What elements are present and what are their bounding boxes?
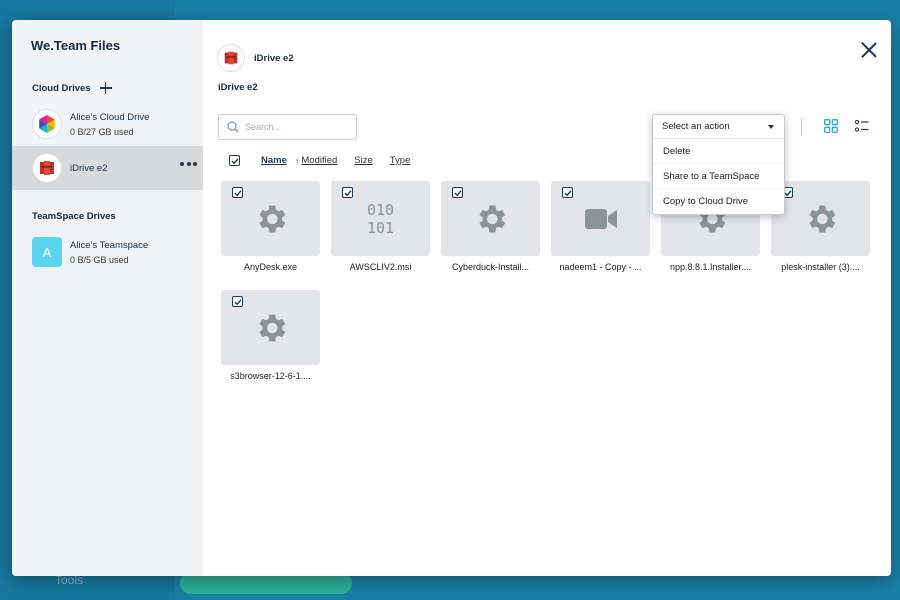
- teamspace-name: Alice's Teamspace: [70, 239, 149, 251]
- file-checkbox[interactable]: [342, 187, 353, 198]
- idrive-e2-logo: [217, 44, 245, 72]
- file-thumbnail: [221, 290, 320, 365]
- list-view-icon[interactable]: [855, 119, 869, 133]
- sidebar: We.Team Files Cloud Drives Alice's Cloud…: [12, 20, 203, 576]
- file-name: AnyDesk.exe: [243, 262, 298, 272]
- app-title: We.Team Files: [31, 38, 121, 53]
- binary-line: 101: [366, 218, 395, 237]
- file-name: Cyberduck-Install...: [451, 262, 530, 272]
- select-all-checkbox[interactable]: [229, 155, 240, 166]
- sidebar-item-alices-teamspace[interactable]: A Alice's Teamspace 0 B/5 GB used: [12, 230, 203, 274]
- sort-bar: Name ↑ Modified Size Type: [229, 155, 410, 166]
- file-name: plesk-installer (3)....: [781, 262, 860, 272]
- video-camera-icon: [584, 208, 617, 229]
- file-thumbnail: 010 101: [331, 181, 430, 256]
- file-tile[interactable]: plesk-installer (3)....: [771, 181, 870, 272]
- file-tile[interactable]: AnyDesk.exe: [221, 181, 320, 272]
- action-select[interactable]: Select an action: [653, 115, 784, 139]
- sidebar-item-idrive-e2[interactable]: iDrive e2: [12, 146, 203, 190]
- file-name: nadeem1 - Copy - ...: [559, 262, 642, 272]
- file-thumbnail: [441, 181, 540, 256]
- gear-icon: [258, 314, 285, 341]
- sort-by-name[interactable]: Name: [261, 155, 287, 166]
- binary-icon: 010 101: [367, 201, 394, 237]
- breadcrumb: iDrive e2: [218, 82, 258, 93]
- cloud-drives-heading: Cloud Drives: [12, 76, 203, 100]
- sort-by-modified[interactable]: Modified: [301, 155, 337, 166]
- file-name: npp.8.8.1.Installer....: [669, 262, 752, 272]
- multicolor-hexagon-icon: [32, 109, 62, 139]
- teamspace-drives-heading: TeamSpace Drives: [32, 210, 116, 222]
- file-checkbox[interactable]: [232, 187, 243, 198]
- idrive-e2-logo: [32, 153, 62, 183]
- action-select-label: Select an action: [662, 121, 730, 132]
- file-tile[interactable]: Cyberduck-Install...: [441, 181, 540, 272]
- action-dropdown[interactable]: Select an action Delete Share to a TeamS…: [652, 114, 785, 215]
- more-options-icon[interactable]: [180, 162, 197, 166]
- file-tile[interactable]: s3browser-12-6-1....: [221, 290, 320, 381]
- file-checkbox[interactable]: [452, 187, 463, 198]
- divider: [801, 118, 802, 136]
- file-tile[interactable]: 010 101 AWSCLIV2.msi: [331, 181, 430, 272]
- binary-line: 010: [366, 200, 395, 219]
- teamspace-usage: 0 B/5 GB used: [70, 254, 129, 265]
- sort-by-type[interactable]: Type: [390, 155, 411, 166]
- action-delete[interactable]: Delete: [653, 139, 784, 164]
- file-name: AWSCLIV2.msi: [349, 262, 412, 272]
- file-checkbox[interactable]: [232, 296, 243, 307]
- file-thumbnail: [221, 181, 320, 256]
- page-title: iDrive e2: [254, 52, 294, 64]
- search-icon: [227, 121, 239, 133]
- gear-icon: [258, 205, 285, 232]
- sort-by-size[interactable]: Size: [354, 155, 372, 166]
- cloud-drives-heading-label: Cloud Drives: [32, 82, 91, 94]
- file-thumbnail: [551, 181, 650, 256]
- sidebar-item-alices-cloud-drive[interactable]: Alice's Cloud Drive 0 B/27 GB used: [12, 102, 203, 146]
- file-thumbnail: [771, 181, 870, 256]
- gear-icon: [808, 205, 835, 232]
- file-name: s3browser-12-6-1....: [230, 371, 311, 381]
- file-checkbox[interactable]: [562, 187, 573, 198]
- drive-name: Alice's Cloud Drive: [70, 111, 150, 123]
- grid-view-icon[interactable]: [824, 119, 838, 133]
- caret-down-icon: [768, 124, 774, 129]
- main-panel: iDrive e2 iDrive e2 Select an action Del…: [203, 20, 891, 576]
- files-dialog: We.Team Files Cloud Drives Alice's Cloud…: [12, 20, 891, 576]
- sort-arrow-up-icon: ↑: [294, 155, 300, 166]
- file-tile[interactable]: nadeem1 - Copy - ...: [551, 181, 650, 272]
- drive-name: iDrive e2: [70, 162, 108, 174]
- add-cloud-drive-icon[interactable]: [99, 81, 113, 95]
- drive-header: iDrive e2: [203, 20, 891, 80]
- search-box[interactable]: [218, 114, 357, 140]
- teamspace-avatar: A: [32, 237, 62, 267]
- search-input[interactable]: [245, 122, 345, 132]
- close-icon[interactable]: [861, 42, 877, 58]
- drive-usage: 0 B/27 GB used: [70, 126, 134, 137]
- gear-icon: [478, 205, 505, 232]
- action-share-to-teamspace[interactable]: Share to a TeamSpace: [653, 164, 784, 189]
- action-copy-to-cloud-drive[interactable]: Copy to Cloud Drive: [653, 189, 784, 214]
